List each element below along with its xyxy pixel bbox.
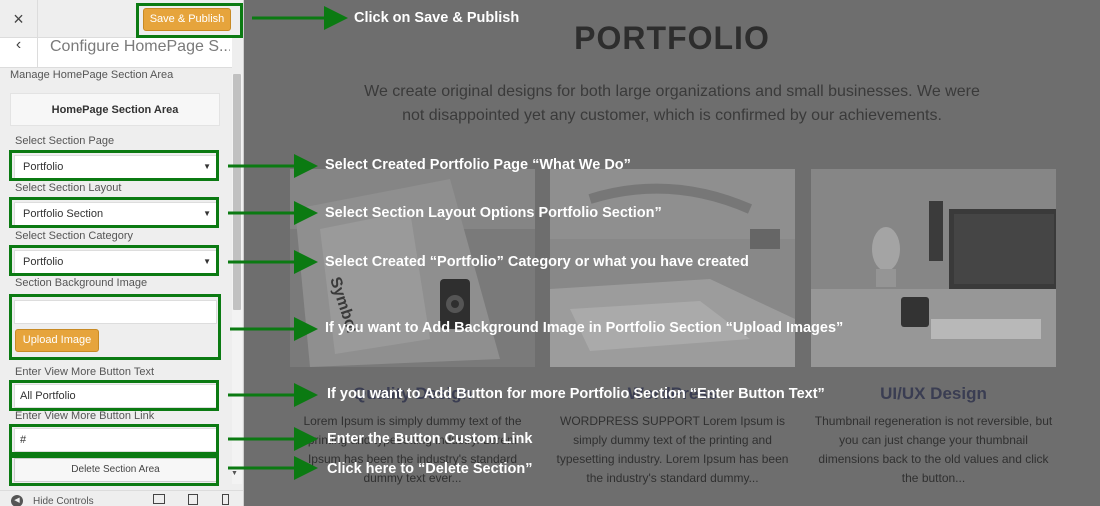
annotation-delete: Click here to “Delete Section” [327,461,533,477]
annotation-button-text: If you want to Add Button for more Portf… [327,386,825,402]
annotation-button-link: Enter the Button Custom Link [327,431,533,447]
annotation-background: If you want to Add Background Image in P… [325,320,844,336]
annotation-layout: Select Section Layout Options Portfolio … [325,205,662,221]
annotation-category: Select Created “Portfolio” Category or w… [325,254,749,270]
annotation-page: Select Created Portfolio Page “What We D… [325,157,631,173]
annotation-save: Click on Save & Publish [354,10,520,26]
annotation-arrows [228,6,348,480]
